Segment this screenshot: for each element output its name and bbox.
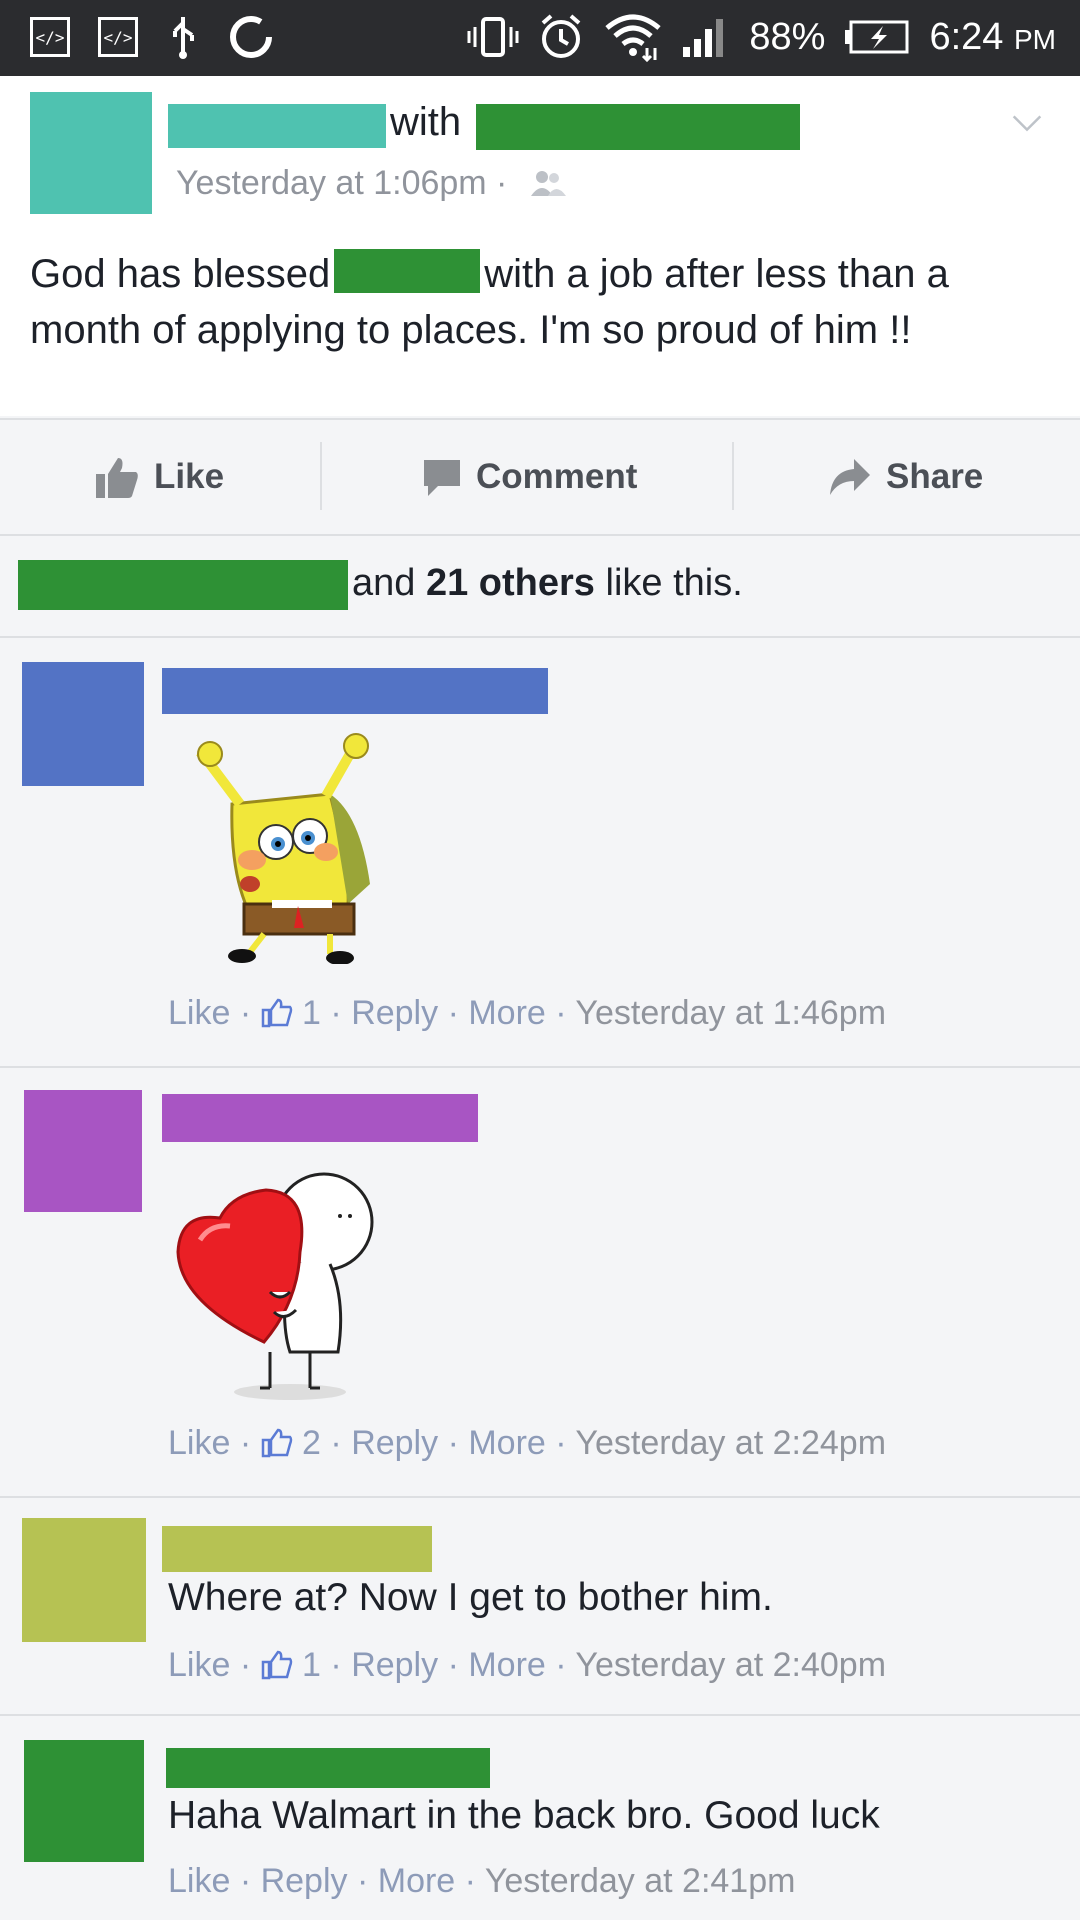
post-text: God has blessed with a job after less tha… [30,246,1050,358]
comment-timestamp[interactable]: Yesterday at 2:41pm [485,1862,796,1900]
comment-like-link[interactable]: Like [168,994,230,1032]
avatar[interactable] [22,662,144,786]
comment-meta: Like · Reply · More · Yesterday at 2:41p… [168,1862,796,1900]
comment-reply-link[interactable]: Reply [351,1646,438,1684]
redacted-liker-name[interactable] [18,560,348,610]
comment: Haha Walmart in the back bro. Good luck … [0,1716,1080,1920]
comment-more-link[interactable]: More [468,994,545,1032]
post-timestamp[interactable]: Yesterday at 1:06pm · [176,164,507,203]
redacted-commenter-name[interactable] [162,668,548,714]
avatar[interactable] [22,1518,146,1642]
comment-more-link[interactable]: More [378,1862,455,1900]
thumbs-up-icon [96,458,138,498]
comment-meta: Like · 2 · Reply · More · Yesterday at 2… [168,1424,887,1462]
redacted-commenter-name[interactable] [166,1748,490,1788]
thumbs-up-outline-icon [261,998,292,1028]
comment-timestamp[interactable]: Yesterday at 1:46pm [575,994,886,1032]
redacted-tagged-name[interactable] [476,104,800,150]
comment-text: Where at? Now I get to bother him. [168,1576,773,1619]
comment-like-count[interactable]: 1 [302,1646,321,1684]
redacted-commenter-name[interactable] [162,1094,478,1142]
alarm-icon [542,14,581,58]
code-icon: </> [98,17,138,57]
thumbs-up-outline-icon [261,1650,292,1680]
thumbs-up-outline-icon [261,1428,292,1458]
redacted-author-name[interactable] [168,104,386,148]
comment-icon [424,460,460,496]
comment-like-count[interactable]: 1 [302,994,321,1032]
comment: Like · 2 · Reply · More · Yesterday at 2… [0,1068,1080,1498]
comment-text: Haha Walmart in the back bro. Good luck [168,1794,880,1837]
comment: Like · 1 · Reply · More · Yesterday at 1… [0,638,1080,1068]
heart-hug-sticker [176,1172,374,1400]
comment-like-link[interactable]: Like [168,1646,230,1684]
post: with Yesterday at 1:06pm · God has bless… [0,76,1080,416]
comment: Where at? Now I get to bother him. Like … [0,1498,1080,1716]
avatar[interactable] [24,1740,144,1862]
clock: 6:24 PM [929,15,1056,58]
battery-charging-icon [845,20,909,54]
comment-like-link[interactable]: Like [168,1862,230,1900]
redacted-commenter-name[interactable] [162,1526,432,1572]
with-label: with [390,100,462,144]
comment-reply-link[interactable]: Reply [261,1862,348,1900]
comment-meta: Like · 1 · Reply · More · Yesterday at 1… [168,994,887,1032]
comment-timestamp[interactable]: Yesterday at 2:40pm [575,1646,886,1684]
share-button[interactable]: Share [828,420,983,534]
vibrate-icon [467,17,519,57]
sync-icon [230,16,272,58]
wifi-icon [605,14,662,62]
comment-more-link[interactable]: More [468,1424,545,1462]
audience-friends-icon [531,171,566,196]
signal-icon [683,19,724,57]
likes-count[interactable]: 21 others [426,562,595,604]
comment-reply-link[interactable]: Reply [351,1424,438,1462]
code-icon: </> [30,17,70,57]
comment-reply-link[interactable]: Reply [351,994,438,1032]
spongebob-sticker [196,733,370,964]
redacted-mention[interactable] [334,249,481,293]
comment-like-count[interactable]: 2 [302,1424,321,1462]
comment-meta: Like · 1 · Reply · More · Yesterday at 2… [168,1646,887,1684]
share-arrow-icon [830,459,870,495]
avatar[interactable] [24,1090,142,1212]
like-button[interactable]: Like [94,420,224,534]
usb-icon [173,17,194,59]
battery-percent: 88% [749,15,826,58]
post-actions-bar: Like Comment Share [0,418,1080,536]
comment-timestamp[interactable]: Yesterday at 2:24pm [575,1424,886,1462]
likes-summary[interactable]: and 21 others like this. [0,534,1080,638]
comment-button[interactable]: Comment [422,420,637,534]
comment-like-link[interactable]: Like [168,1424,230,1462]
avatar[interactable] [30,92,152,214]
comment-more-link[interactable]: More [468,1646,545,1684]
chevron-down-icon[interactable] [1012,108,1042,138]
status-bar: </> </> 88% 6:24 PM [0,0,1080,76]
